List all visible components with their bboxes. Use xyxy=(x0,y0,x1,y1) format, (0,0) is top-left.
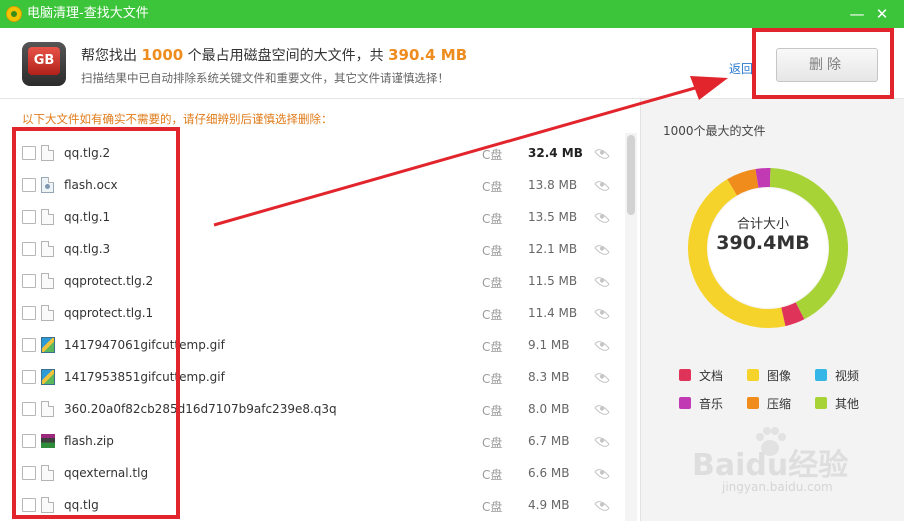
file-size: 11.5 MB xyxy=(528,274,578,288)
file-size: 13.8 MB xyxy=(528,178,578,192)
file-drive: C盘 xyxy=(482,276,503,290)
scrollbar-thumb[interactable] xyxy=(627,135,635,215)
file-size: 6.6 MB xyxy=(528,466,570,480)
preview-eye-icon[interactable] xyxy=(594,434,610,450)
minimize-button[interactable]: — xyxy=(846,3,868,25)
preview-eye-icon[interactable] xyxy=(594,146,610,162)
preview-eye-icon[interactable] xyxy=(594,498,610,514)
file-drive: C盘 xyxy=(482,308,503,322)
annotation-file-list-frame xyxy=(12,127,180,519)
headline-total: 390.4 MB xyxy=(388,46,468,64)
preview-eye-icon[interactable] xyxy=(594,402,610,418)
annotation-delete-frame xyxy=(752,28,894,99)
headline-mid: 个最占用磁盘空间的大文件，共 xyxy=(187,48,384,64)
large-file-logo-icon: GB xyxy=(22,42,66,86)
legend-label: 压缩 xyxy=(767,397,792,411)
file-drive: C盘 xyxy=(482,244,503,258)
file-size: 11.4 MB xyxy=(528,306,578,320)
file-drive: C盘 xyxy=(482,468,503,482)
close-button[interactable]: ✕ xyxy=(871,3,893,25)
result-headline: 帮您找出 1000 个最占用磁盘空间的大文件，共 390.4 MB xyxy=(81,45,467,65)
preview-eye-icon[interactable] xyxy=(594,178,610,194)
legend-item: 其他 xyxy=(815,395,895,411)
file-size: 8.3 MB xyxy=(528,370,570,384)
headline-prefix: 帮您找出 xyxy=(81,48,137,64)
file-size: 4.9 MB xyxy=(528,498,570,512)
legend-swatch xyxy=(815,397,827,409)
preview-eye-icon[interactable] xyxy=(594,242,610,258)
preview-eye-icon[interactable] xyxy=(594,466,610,482)
title-bar: 电脑清理-查找大文件 — ✕ xyxy=(0,0,904,28)
file-size: 12.1 MB xyxy=(528,242,578,256)
warning-notice: 以下大文件如有确实不需要的，请仔细辨别后谨慎选择删除： xyxy=(22,112,333,126)
file-size: 8.0 MB xyxy=(528,402,570,416)
file-size: 13.5 MB xyxy=(528,210,578,224)
legend-label: 视频 xyxy=(835,369,860,383)
list-scrollbar[interactable] xyxy=(625,133,637,521)
headline-count: 1000 xyxy=(141,46,184,64)
legend-label: 其他 xyxy=(835,397,860,411)
file-size: 32.4 MB xyxy=(528,146,583,160)
result-subline: 扫描结果中已自动排除系统关键文件和重要文件，其它文件请谨慎选择！ xyxy=(81,71,449,85)
legend-item: 视频 xyxy=(815,367,895,383)
preview-eye-icon[interactable] xyxy=(594,210,610,226)
file-drive: C盘 xyxy=(482,212,503,226)
window-title: 电脑清理-查找大文件 xyxy=(27,6,149,21)
preview-eye-icon[interactable] xyxy=(594,274,610,290)
file-size: 6.7 MB xyxy=(528,434,570,448)
legend-swatch xyxy=(747,369,759,381)
donut-label: 合计大小 xyxy=(736,217,789,232)
watermark-url: jingyan.baidu.com xyxy=(722,480,833,494)
file-drive: C盘 xyxy=(482,372,503,386)
legend-label: 图像 xyxy=(767,369,792,383)
app-logo-icon xyxy=(6,6,22,22)
legend-label: 文档 xyxy=(699,369,724,383)
legend-swatch xyxy=(815,369,827,381)
file-drive: C盘 xyxy=(482,340,503,354)
legend-label: 音乐 xyxy=(699,397,724,411)
file-drive: C盘 xyxy=(482,148,503,162)
watermark-text: Baidu经验 xyxy=(692,448,849,483)
legend-swatch xyxy=(679,369,691,381)
preview-eye-icon[interactable] xyxy=(594,338,610,354)
back-link[interactable]: 返回 xyxy=(729,60,753,77)
file-drive: C盘 xyxy=(482,180,503,194)
file-drive: C盘 xyxy=(482,436,503,450)
legend-swatch xyxy=(747,397,759,409)
preview-eye-icon[interactable] xyxy=(594,370,610,386)
file-drive: C盘 xyxy=(482,500,503,514)
summary-title: 1000个最大的文件 xyxy=(663,124,766,138)
file-size: 9.1 MB xyxy=(528,338,570,352)
file-drive: C盘 xyxy=(482,404,503,418)
logo-text: GB xyxy=(28,47,60,75)
legend-swatch xyxy=(679,397,691,409)
preview-eye-icon[interactable] xyxy=(594,306,610,322)
donut-value: 390.4MB xyxy=(716,232,810,254)
